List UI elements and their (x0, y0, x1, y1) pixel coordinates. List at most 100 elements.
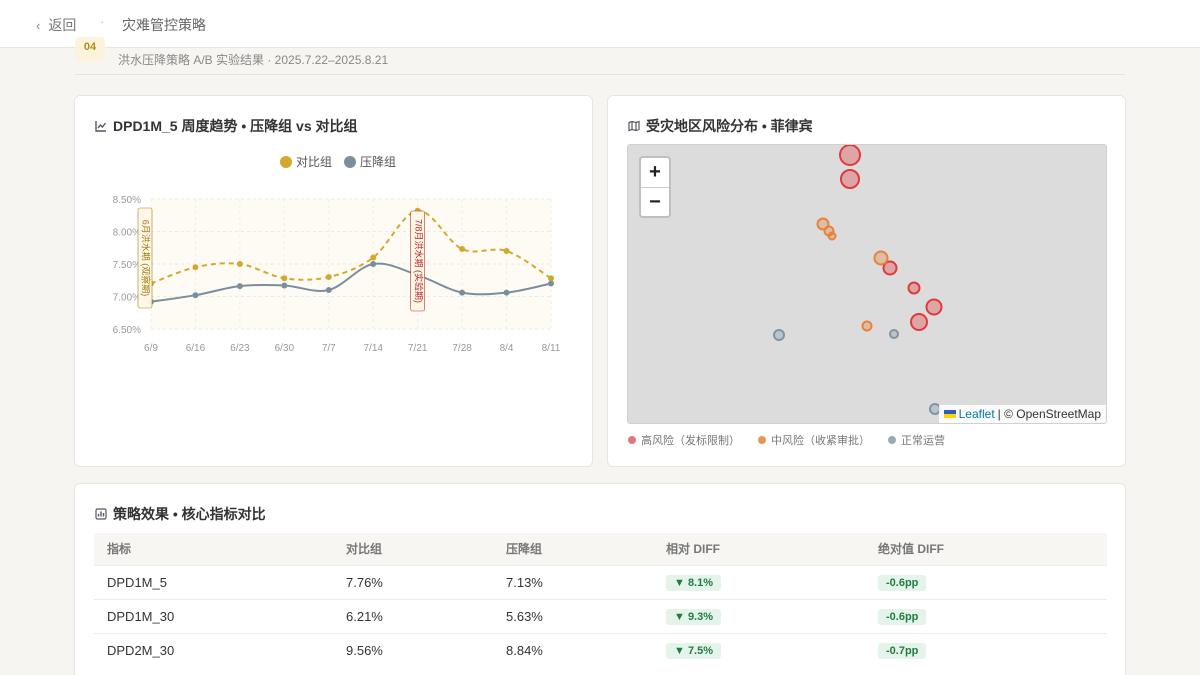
map-icon (628, 120, 640, 132)
x-tick-label: 8/11 (542, 343, 561, 354)
x-tick-label: 7/21 (408, 343, 428, 354)
x-tick-label: 8/4 (500, 343, 514, 354)
absolute-diff-badge: -0.7pp (878, 642, 927, 659)
data-point (281, 275, 288, 282)
data-point (548, 280, 554, 287)
absolute-diff-badge: -0.6pp (878, 608, 927, 625)
relative-diff-cell: ▼ 9.3% (653, 598, 865, 633)
column-header: 绝对值 DIFF (865, 533, 1107, 565)
metrics-table-card: 策略效果 • 核心指标对比 指标 对比组 压降组 相对 DIFF 绝对值 DIF… (74, 483, 1126, 675)
x-tick-label: 7/7 (322, 343, 336, 354)
data-point (192, 292, 199, 299)
map-card-title-text: 受灾地区风险分布 • 菲律宾 (646, 118, 813, 134)
annotation-label: 6月洪水期 (观察期) (141, 220, 152, 297)
risk-marker[interactable] (889, 329, 899, 339)
data-point (459, 289, 466, 296)
back-button[interactable]: ‹ 返回 (36, 15, 76, 35)
chevron-left-icon: ‹ (36, 17, 41, 33)
absolute-diff-cell: -0.6pp (865, 564, 1107, 599)
risk-marker[interactable] (816, 217, 830, 231)
zoom-in-button[interactable]: + (641, 158, 669, 187)
osm-attribution: | © OpenStreetMap (997, 407, 1101, 421)
table-card-title: 策略效果 • 核心指标对比 (95, 504, 266, 524)
relative-diff-cell: ▼ 7.5% (653, 632, 865, 667)
risk-marker[interactable] (773, 329, 785, 341)
map-legend-label: 中风险（收紧审批） (771, 435, 870, 447)
top-bar: ‹ 返回 · 灾难管控策略 (0, 0, 1200, 48)
leaflet-link[interactable]: Leaflet (959, 407, 995, 421)
data-point (325, 274, 332, 280)
data-point (192, 264, 199, 271)
y-tick-label: 6.50% (113, 325, 141, 336)
map-legend-item: 中风险（收紧审批） (758, 432, 870, 448)
table-row: DPD1M_5 7.76% 7.13% ▼ 8.1% -0.6pp (94, 564, 1107, 599)
relative-diff-badge: ▼ 8.1% (666, 574, 722, 591)
risk-marker[interactable] (861, 320, 873, 332)
trend-chart-card: DPD1M_5 周度趋势 • 压降组 vs 对比组 对比组 压降组 6.50% 7.… (74, 95, 593, 467)
data-point (281, 282, 288, 289)
divider (75, 74, 1125, 75)
risk-marker[interactable] (907, 281, 921, 295)
y-tick-label: 7.50% (113, 260, 141, 271)
treatment-cell: 5.63% (493, 598, 653, 633)
data-point (459, 246, 466, 253)
data-point (236, 283, 243, 290)
y-tick-label: 8.00% (113, 228, 141, 239)
control-cell: 6.21% (333, 598, 493, 633)
table-header-row: 指标 对比组 压降组 相对 DIFF 绝对值 DIFF (94, 533, 1107, 565)
legend-swatch (280, 155, 292, 168)
map-legend-item: 正常运营 (888, 432, 945, 448)
data-point (503, 248, 510, 254)
y-tick-label: 7.00% (113, 293, 141, 304)
map-card-title: 受灾地区风险分布 • 菲律宾 (628, 116, 813, 136)
ukraine-flag-icon (943, 410, 956, 418)
column-header: 压降组 (493, 533, 653, 565)
relative-diff-cell: ▼ 8.1% (653, 564, 865, 599)
breadcrumb: 灾难管控策略 (122, 17, 206, 33)
metric-cell: DPD1M_30 (94, 598, 333, 633)
chart-legend[interactable]: 对比组 压降组 (280, 153, 396, 170)
breadcrumb-separator: · (100, 14, 105, 29)
data-point (503, 289, 510, 296)
legend-item[interactable]: 压降组 (344, 153, 396, 170)
table-row: DPD2M_30 9.56% 8.84% ▼ 7.5% -0.7pp (94, 632, 1107, 667)
data-point (370, 261, 377, 267)
risk-marker[interactable] (839, 145, 861, 166)
metric-cell: DPD1M_5 (94, 564, 333, 599)
data-point (325, 287, 332, 293)
legend-swatch (344, 155, 357, 168)
map-legend-swatch (758, 436, 766, 444)
legend-label: 对比组 (296, 155, 333, 169)
trend-card-title: DPD1M_5 周度趋势 • 压降组 vs 对比组 (95, 116, 358, 136)
risk-marker[interactable] (840, 169, 860, 189)
data-point (370, 254, 377, 261)
absolute-diff-badge: -0.6pp (878, 574, 927, 591)
relative-diff-badge: ▼ 9.3% (666, 608, 722, 625)
data-point (548, 275, 554, 282)
legend-item[interactable]: 对比组 (280, 153, 332, 170)
treatment-cell: 8.84% (493, 632, 653, 667)
relative-diff-badge: ▼ 7.5% (666, 642, 722, 659)
treatment-cell: 7.13% (493, 564, 653, 599)
legend-label: 压降组 (360, 155, 397, 169)
stats-icon (95, 508, 107, 520)
risk-marker[interactable] (925, 298, 943, 316)
metric-cell: DPD2M_30 (94, 632, 333, 667)
absolute-diff-cell: -0.7pp (865, 632, 1107, 667)
back-label: 返回 (48, 17, 77, 33)
data-point (236, 261, 243, 267)
zoom-out-button[interactable]: − (641, 187, 669, 216)
x-tick-label: 6/30 (275, 343, 295, 354)
map-legend-swatch (888, 436, 896, 444)
map-attribution: Leaflet | © OpenStreetMap (938, 405, 1106, 423)
map-legend: 高风险（发标限制） 中风险（收紧审批） 正常运营 (628, 432, 945, 448)
map-legend-label: 正常运营 (901, 435, 945, 447)
control-cell: 7.76% (333, 564, 493, 599)
risk-marker[interactable] (873, 250, 889, 266)
map-legend-swatch (628, 436, 636, 444)
risk-map[interactable]: + − Leaflet | © OpenStreetMap (627, 144, 1107, 424)
risk-marker[interactable] (910, 313, 928, 331)
x-tick-label: 6/23 (230, 343, 250, 354)
line-chart-icon (95, 121, 107, 132)
map-legend-label: 高风险（发标限制） (641, 435, 740, 447)
